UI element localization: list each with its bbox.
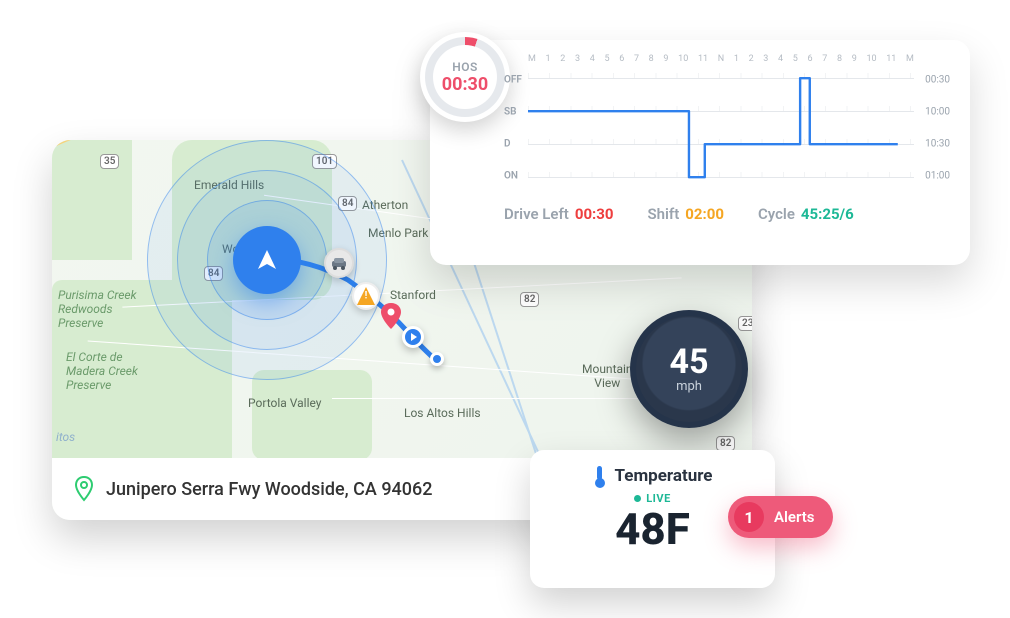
temperature-title: Temperature	[615, 466, 713, 486]
place-stanford: Stanford	[390, 288, 436, 302]
route-end-dot	[430, 352, 444, 366]
alerts-label: Alerts	[774, 508, 815, 526]
place-purisima: Purisima Creek Redwoods Preserve	[58, 288, 137, 330]
place-portola: Portola Valley	[248, 396, 321, 410]
hos-ring-value: 00:30	[442, 74, 488, 95]
hos-stats: Drive Left 00:30 Shift 02:00 Cycle 45:25/6	[504, 205, 948, 223]
hos-ticks: M1234567891011N1234567891011M	[528, 54, 914, 64]
speed-dial[interactable]: 45 mph	[630, 310, 748, 428]
rlabel-3: 01:00	[925, 170, 950, 181]
play-waypoint-icon[interactable]	[402, 326, 424, 348]
place-el-corte: El Corte de Madera Creek Preserve	[66, 350, 138, 392]
thermometer-icon	[593, 464, 607, 488]
shield-82b: 82	[716, 436, 735, 451]
destination-pin-icon[interactable]	[381, 303, 401, 333]
shift-label: Shift	[648, 205, 680, 223]
drive-left-label: Drive Left	[504, 205, 569, 223]
navigation-arrow-icon	[254, 247, 280, 273]
speed-value: 45	[669, 345, 708, 379]
shift-value: 02:00	[685, 205, 724, 223]
alerts-count: 1	[734, 502, 764, 532]
ylabel-on: ON	[504, 170, 518, 181]
ylabel-off: OFF	[504, 75, 522, 86]
cycle-label: Cycle	[758, 205, 795, 223]
alerts-badge[interactable]: 1 Alerts	[728, 496, 833, 538]
speed-unit: mph	[676, 379, 702, 394]
location-pin-icon	[74, 476, 94, 502]
rlabel-2: 10:30	[925, 138, 950, 149]
ylabel-sb: SB	[504, 107, 516, 118]
temperature-value: 48F	[615, 503, 690, 555]
place-itos: itos	[56, 430, 75, 444]
drive-left-value: 00:30	[575, 205, 614, 223]
shield-82: 82	[520, 292, 539, 307]
shield-35: 35	[100, 154, 119, 169]
rlabel-1: 10:00	[925, 107, 950, 118]
hos-graph[interactable]: M1234567891011N1234567891011M OFF SB D O…	[504, 54, 948, 199]
place-los-altos-hills: Los Altos Hills	[404, 406, 481, 420]
hos-card: HOS 00:30 M1234567891011N1234567891011M …	[430, 40, 970, 265]
warning-icon[interactable]	[352, 282, 380, 310]
cycle-value: 45:25/6	[801, 205, 854, 223]
hos-ring[interactable]: HOS 00:30	[420, 32, 510, 122]
shield-237: 237	[738, 316, 752, 331]
rlabel-0: 00:30	[925, 75, 950, 86]
hos-step-line	[528, 68, 914, 195]
hos-ring-label: HOS	[452, 60, 478, 74]
ylabel-d: D	[504, 138, 511, 149]
place-mountain-view: Mountain View	[582, 362, 633, 390]
live-dot-icon	[634, 495, 641, 502]
incident-car-icon[interactable]	[324, 248, 354, 278]
